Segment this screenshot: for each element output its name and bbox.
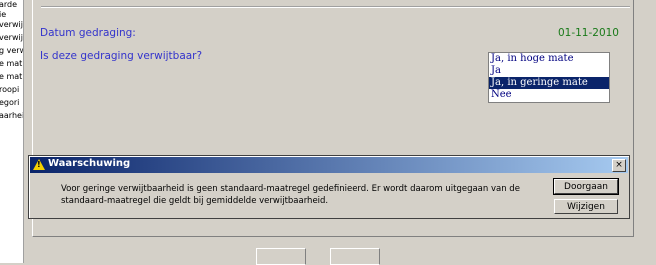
list-item[interactable]: e mat <box>0 59 22 69</box>
dialog-message: Voor geringe verwijtbaarheid is geen sta… <box>61 184 520 206</box>
option-ja[interactable]: Ja <box>489 65 609 77</box>
list-item[interactable]: e mat <box>0 72 22 82</box>
close-button[interactable]: × <box>612 159 626 172</box>
question-label: Is deze gedraging verwijtbaar? <box>40 50 203 62</box>
option-geringe-mate[interactable]: Ja, in geringe mate <box>489 77 609 89</box>
option-nee[interactable]: Nee <box>489 89 609 101</box>
bottom-button-2[interactable] <box>330 248 380 265</box>
date-label: Datum gedraging: <box>40 27 136 39</box>
list-item[interactable]: arde <box>0 0 17 10</box>
list-item[interactable]: aarhei <box>0 111 23 121</box>
date-value: 01-11-2010 <box>557 27 619 39</box>
option-hoge-mate[interactable]: Ja, in hoge mate <box>489 53 609 65</box>
left-list-panel[interactable]: arde ie verwij verwijt g verwi e mat e m… <box>0 0 24 263</box>
divider <box>41 6 630 8</box>
verwijtbaarheid-listbox[interactable]: Ja, in hoge mate Ja Ja, in geringe mate … <box>488 52 610 103</box>
wijzigen-button[interactable]: Wijzigen <box>554 199 618 214</box>
warning-dialog: ! Waarschuwing × Voor geringe verwijtbaa… <box>28 155 630 219</box>
doorgaan-button[interactable]: Doorgaan <box>553 178 619 195</box>
list-item[interactable]: verwijt <box>0 33 23 43</box>
dialog-titlebar[interactable]: ! Waarschuwing × <box>30 157 628 173</box>
warning-icon: ! <box>33 159 45 170</box>
bottom-button-1[interactable] <box>256 248 306 265</box>
list-item[interactable]: g verwi <box>0 46 23 56</box>
list-item[interactable]: verwij <box>0 20 23 30</box>
dialog-title: Waarschuwing <box>48 158 131 169</box>
list-item[interactable]: roopi <box>0 85 19 95</box>
list-item[interactable]: ie <box>0 10 6 20</box>
main-window: Datum gedraging: 01-11-2010 Is deze gedr… <box>24 0 656 263</box>
list-item[interactable]: egori <box>0 98 19 108</box>
